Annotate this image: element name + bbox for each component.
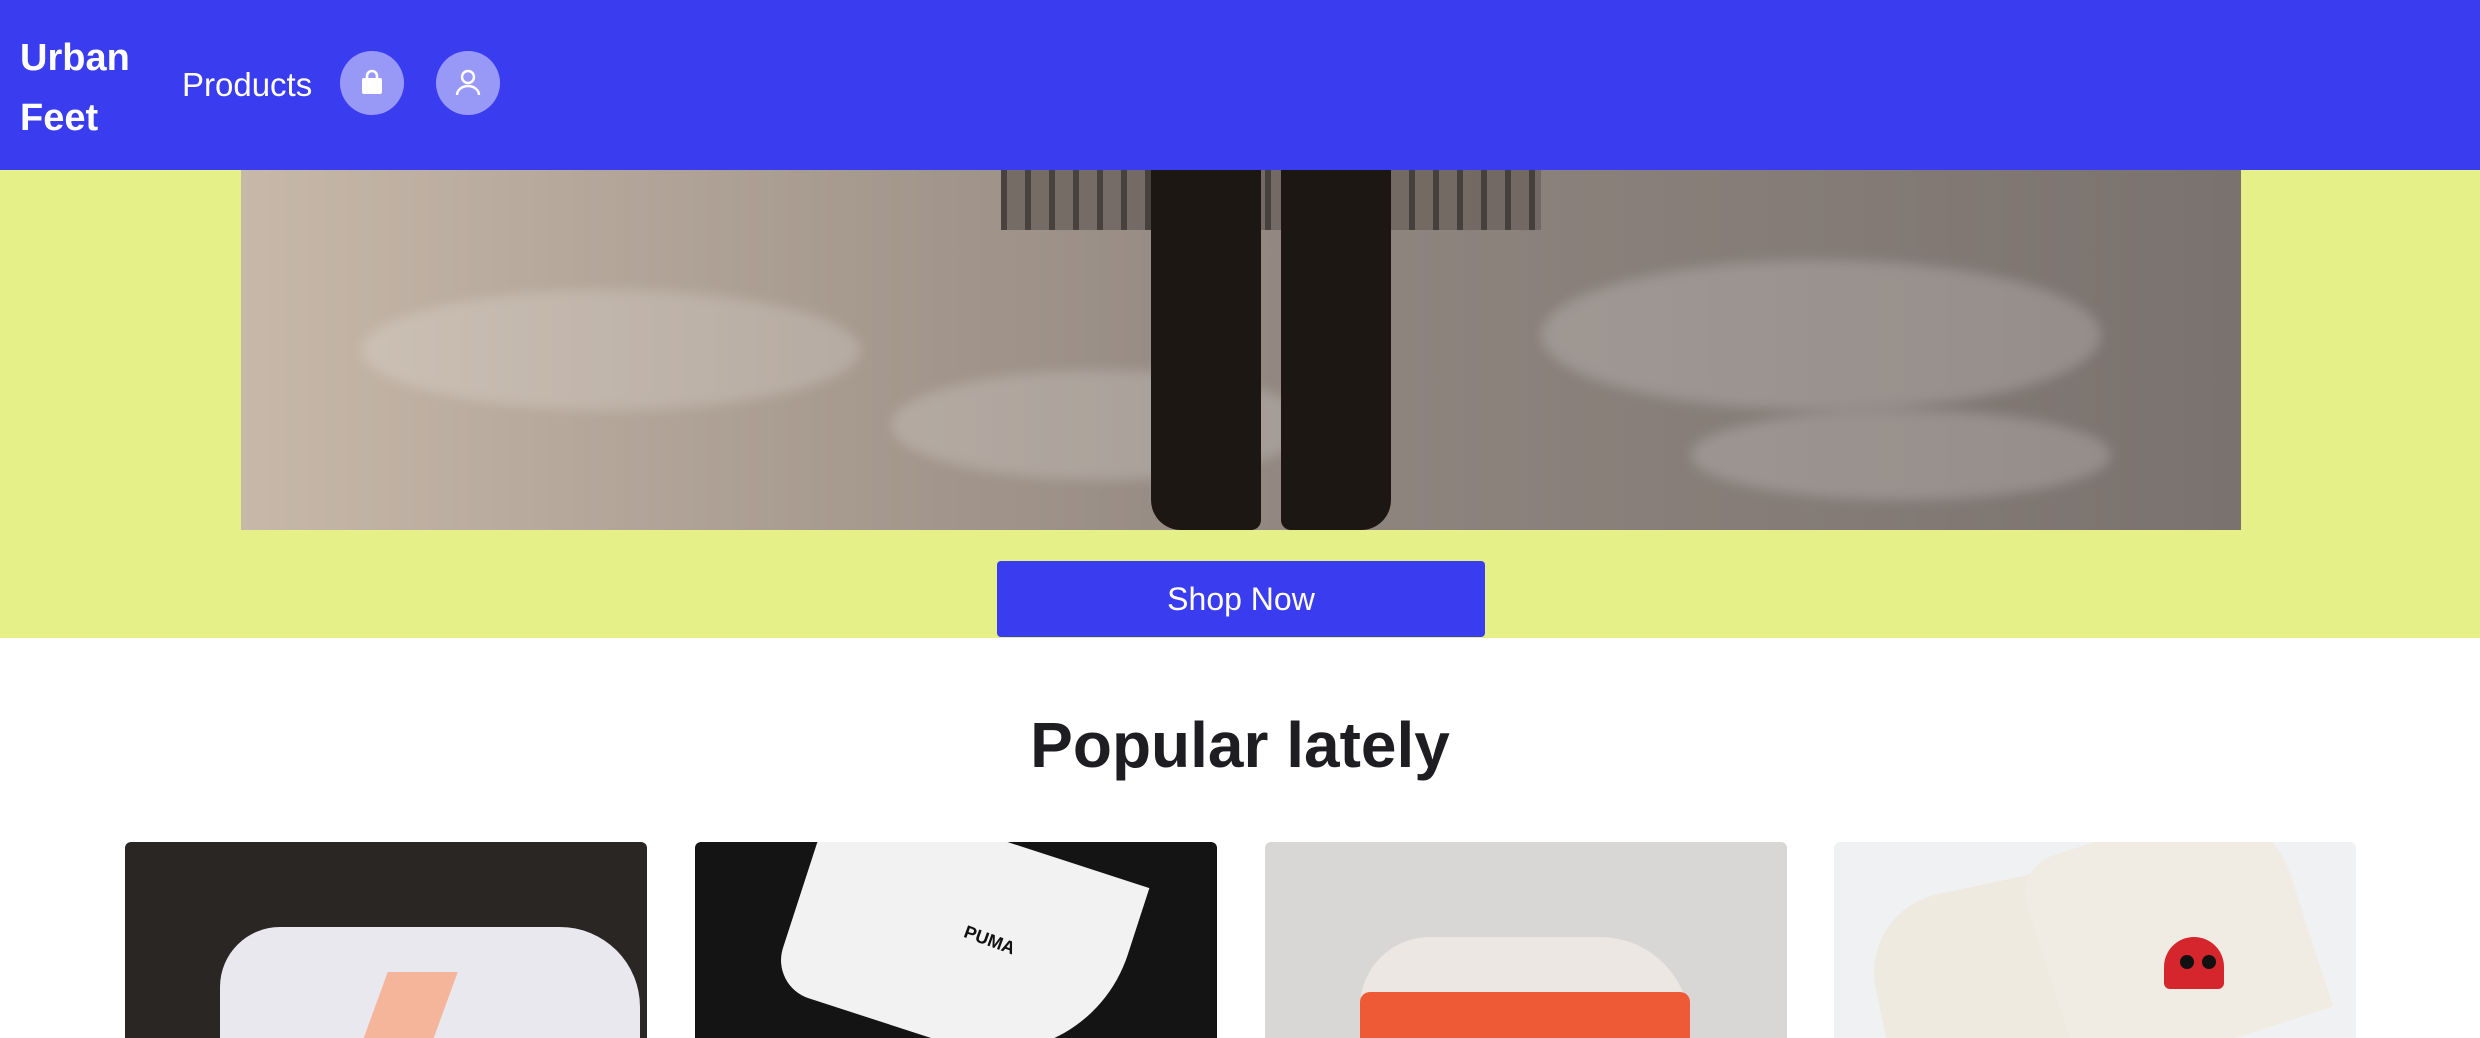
product-cards-row: PUMA [0, 842, 2480, 1038]
navbar: Urban Feet Products [0, 0, 2480, 170]
shop-now-button[interactable]: Shop Now [997, 561, 1485, 637]
product-card[interactable] [1834, 842, 2356, 1038]
sneaker-converse-heart-image [1834, 842, 2356, 1038]
leg-right-shape [1281, 170, 1391, 530]
leg-left-shape [1151, 170, 1261, 530]
sneaker-orange-nike-image [1265, 842, 1787, 1038]
brand-logo[interactable]: Urban Feet [20, 28, 150, 148]
user-glyph [455, 69, 481, 96]
shopping-bag-icon[interactable] [340, 51, 404, 115]
shopping-bag-glyph [362, 69, 382, 94]
product-card[interactable] [1265, 842, 1787, 1038]
sneaker-white-peach-image [125, 842, 647, 1038]
product-card[interactable]: PUMA [695, 842, 1217, 1038]
user-icon[interactable] [436, 51, 500, 115]
hero-image [241, 170, 2241, 530]
railing-shape [1001, 170, 1541, 230]
nav-link-products[interactable]: Products [182, 62, 312, 108]
product-card[interactable] [125, 842, 647, 1038]
section-title-popular: Popular lately [1030, 709, 1450, 781]
sneaker-white-puma-image: PUMA [695, 842, 1217, 1038]
hero-section: Shop Now [0, 170, 2480, 638]
